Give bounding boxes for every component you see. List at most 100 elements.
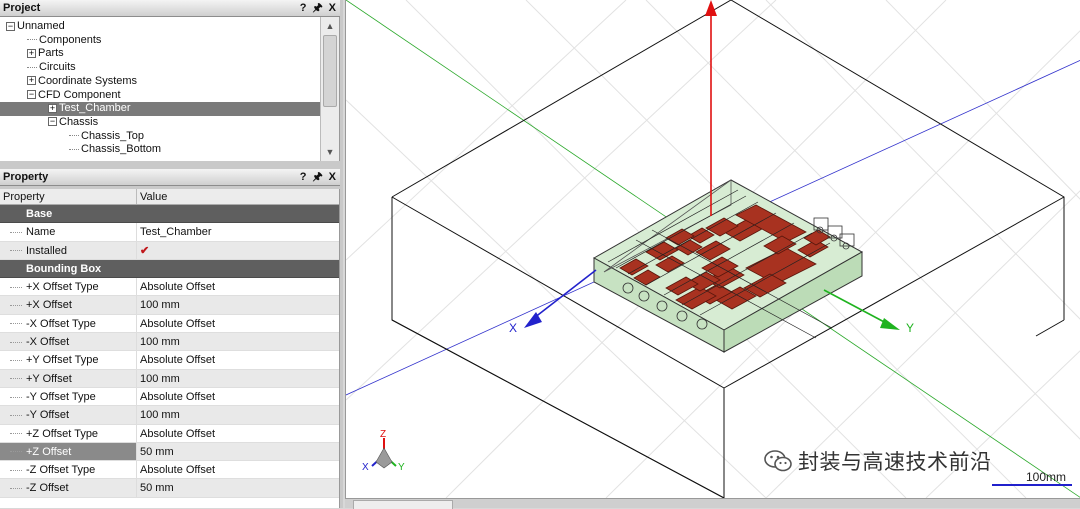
triad-z-label: Z xyxy=(380,429,386,440)
property-value[interactable]: Absolute Offset xyxy=(137,315,339,332)
collapse-icon[interactable]: − xyxy=(27,90,36,100)
property-name-cell: Installed xyxy=(0,241,137,259)
property-row[interactable]: -X Offset 100 mm xyxy=(0,333,339,352)
property-value[interactable]: 100 mm xyxy=(137,296,339,313)
tree-item[interactable]: + Coordinate Systems xyxy=(0,75,320,89)
property-value[interactable]: Absolute Offset xyxy=(137,388,339,405)
tree-connector xyxy=(10,231,22,233)
column-header-property[interactable]: Property xyxy=(0,189,137,204)
property-name-cell: +Z Offset Type xyxy=(0,424,137,442)
property-value[interactable]: Absolute Offset xyxy=(137,278,339,295)
tree-item-label: CFD Component xyxy=(38,88,121,101)
tree-connector xyxy=(10,488,22,490)
property-group-header[interactable]: Base xyxy=(0,205,339,224)
property-name: -Y Offset xyxy=(26,409,70,422)
close-icon[interactable]: X xyxy=(329,0,336,16)
property-row[interactable]: Installed ✔ xyxy=(0,241,339,260)
property-name: -X Offset Type xyxy=(26,317,96,330)
property-row[interactable]: -Z Offset Type Absolute Offset xyxy=(0,461,339,480)
property-value[interactable]: 100 mm xyxy=(137,333,339,350)
property-value[interactable]: Absolute Offset xyxy=(137,351,339,368)
tree-item-label: Circuits xyxy=(39,61,76,74)
property-grid: Property Value Base Name Test_Chamber Insta… xyxy=(0,189,340,508)
expand-icon[interactable]: + xyxy=(27,48,36,58)
property-row[interactable]: +X Offset 100 mm xyxy=(0,296,339,315)
property-row[interactable]: +Y Offset 100 mm xyxy=(0,369,339,388)
property-row[interactable]: -Y Offset 100 mm xyxy=(0,406,339,425)
tree-item-label: Coordinate Systems xyxy=(38,74,138,87)
help-icon[interactable]: ? xyxy=(300,0,307,16)
property-row[interactable]: -Z Offset 50 mm xyxy=(0,479,339,498)
tree-scrollbar[interactable]: ▲ ▼ xyxy=(320,17,339,161)
property-row[interactable]: -X Offset Type Absolute Offset xyxy=(0,314,339,334)
property-row[interactable]: +X Offset Type Absolute Offset xyxy=(0,278,339,297)
property-name-cell: -Y Offset Type xyxy=(0,387,137,406)
property-value[interactable]: 50 mm xyxy=(137,479,339,496)
tree-connector xyxy=(10,451,22,453)
expand-icon[interactable]: + xyxy=(48,103,57,113)
property-value[interactable]: Absolute Offset xyxy=(137,425,339,442)
3d-viewport[interactable]: X Y Z X Y xyxy=(345,0,1080,498)
wechat-icon xyxy=(764,450,792,472)
property-value[interactable]: 100 mm xyxy=(137,406,339,423)
help-icon[interactable]: ? xyxy=(300,169,307,185)
tree-item-label: Chassis_Bottom xyxy=(81,143,162,156)
tree-item[interactable]: Chassis_Bottom xyxy=(0,143,320,157)
property-value[interactable]: 100 mm xyxy=(137,370,339,387)
property-name: +Y Offset xyxy=(26,372,72,385)
property-name: +X Offset Type xyxy=(26,281,99,294)
tree-connector xyxy=(69,148,79,150)
tree-item[interactable]: Chassis_Top xyxy=(0,130,320,144)
scroll-down-icon[interactable]: ▼ xyxy=(323,145,337,159)
property-value[interactable]: Test_Chamber xyxy=(137,223,339,240)
expand-icon[interactable]: + xyxy=(27,76,36,86)
scroll-thumb[interactable] xyxy=(323,35,337,107)
property-name-cell: -Y Offset xyxy=(0,406,137,424)
tree-item-label: Unnamed xyxy=(17,20,65,32)
watermark-text: 封装与高速技术前沿 xyxy=(798,450,992,474)
project-panel-header: Project ? 🖈 X xyxy=(0,0,340,17)
property-name-cell: +Y Offset xyxy=(0,369,137,387)
property-name-cell: +Z Offset xyxy=(0,442,137,461)
property-row[interactable]: +Y Offset Type Absolute Offset xyxy=(0,351,339,370)
property-name-cell: +Y Offset Type xyxy=(0,351,137,369)
property-name: -Z Offset xyxy=(26,482,69,495)
pin-icon[interactable]: 🖈 xyxy=(312,169,322,185)
property-row[interactable]: +Z Offset 50 mm xyxy=(0,442,339,462)
collapse-icon[interactable]: − xyxy=(6,21,15,31)
property-group-header[interactable]: Bounding Box xyxy=(0,259,339,279)
property-name: -Y Offset Type xyxy=(26,390,96,403)
tree-connector xyxy=(10,396,22,398)
property-panel-title: Property xyxy=(3,171,49,183)
tree-connector xyxy=(27,66,37,68)
property-row[interactable]: -Y Offset Type Absolute Offset xyxy=(0,387,339,407)
close-icon[interactable]: X xyxy=(329,169,336,185)
bottom-tab-strip xyxy=(345,498,1080,509)
property-name: -Z Offset Type xyxy=(26,464,96,477)
property-value[interactable]: Absolute Offset xyxy=(137,461,339,478)
property-row[interactable]: +Z Offset Type Absolute Offset xyxy=(0,424,339,443)
collapse-icon[interactable]: − xyxy=(48,117,57,127)
installed-checkbox[interactable]: ✔ xyxy=(137,242,339,259)
tree-item[interactable]: + Test_Chamber xyxy=(0,102,320,116)
x-axis-label: X xyxy=(509,321,517,335)
tree-item[interactable]: − Unnamed xyxy=(0,20,320,34)
tree-item[interactable]: + Parts xyxy=(0,47,320,61)
tree-item[interactable]: − Chassis xyxy=(0,116,320,130)
column-header-value[interactable]: Value xyxy=(137,189,167,204)
tree-item[interactable]: − CFD Component xyxy=(0,89,320,103)
tree-item[interactable]: Components xyxy=(0,34,320,48)
property-name-cell: +X Offset xyxy=(0,296,137,314)
property-value[interactable]: 50 mm xyxy=(137,443,339,460)
property-name-cell: Name xyxy=(0,223,137,241)
project-tree[interactable]: − Unnamed Components + Parts Circuits + Coordin… xyxy=(0,17,340,161)
tree-connector xyxy=(10,378,22,380)
triad-y-label: Y xyxy=(398,462,405,473)
pin-icon[interactable]: 🖈 xyxy=(312,0,322,16)
scroll-up-icon[interactable]: ▲ xyxy=(323,19,337,33)
property-name-cell: -X Offset Type xyxy=(0,314,137,333)
property-name: +Z Offset xyxy=(26,445,72,458)
tree-connector xyxy=(27,39,37,41)
tree-item[interactable]: Circuits xyxy=(0,61,320,75)
property-row[interactable]: Name Test_Chamber xyxy=(0,223,339,242)
